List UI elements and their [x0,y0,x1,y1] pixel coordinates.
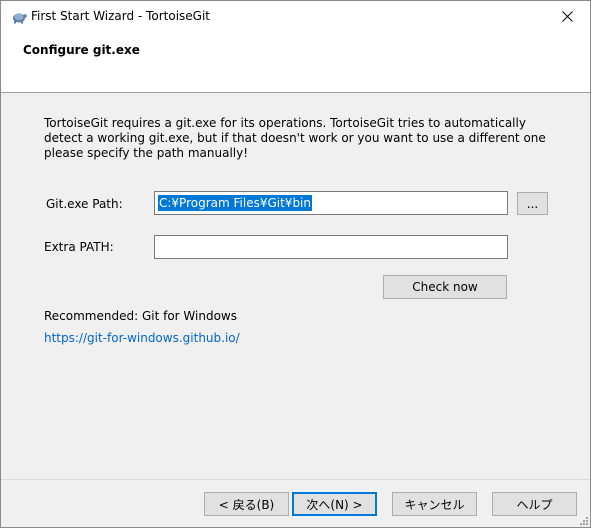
extra-path-label: Extra PATH: [44,240,114,254]
wizard-window: First Start Wizard - TortoiseGit Configu… [0,0,591,528]
gitexe-path-label: Git.exe Path: [46,197,123,211]
next-button[interactable]: 次へ(N) > [292,492,377,516]
description-text: TortoiseGit requires a git.exe for its o… [44,116,546,160]
size-grip-icon[interactable] [578,515,588,525]
footer-divider [1,479,590,480]
check-now-button[interactable]: Check now [383,275,507,299]
git-for-windows-link[interactable]: https://git-for-windows.github.io/ [44,331,240,345]
close-button[interactable] [544,1,590,32]
tortoise-icon [13,13,27,24]
extra-path-input[interactable] [154,235,508,259]
help-button[interactable]: ヘルプ [492,492,577,516]
close-icon [561,11,573,22]
cancel-button[interactable]: キャンセル [392,492,477,516]
title-bar[interactable]: First Start Wizard - TortoiseGit [1,1,590,32]
back-button[interactable]: < 戻る(B) [204,492,289,516]
wizard-header: Configure git.exe [1,32,590,92]
gitexe-path-input[interactable]: C:¥Program Files¥Git¥bin [154,191,508,215]
recommended-text: Recommended: Git for Windows [44,309,237,323]
browse-button[interactable]: ... [517,192,548,215]
gitexe-path-value: C:¥Program Files¥Git¥bin [158,195,312,211]
page-title: Configure git.exe [23,43,140,57]
header-divider [1,92,590,93]
window-title: First Start Wizard - TortoiseGit [31,9,211,23]
